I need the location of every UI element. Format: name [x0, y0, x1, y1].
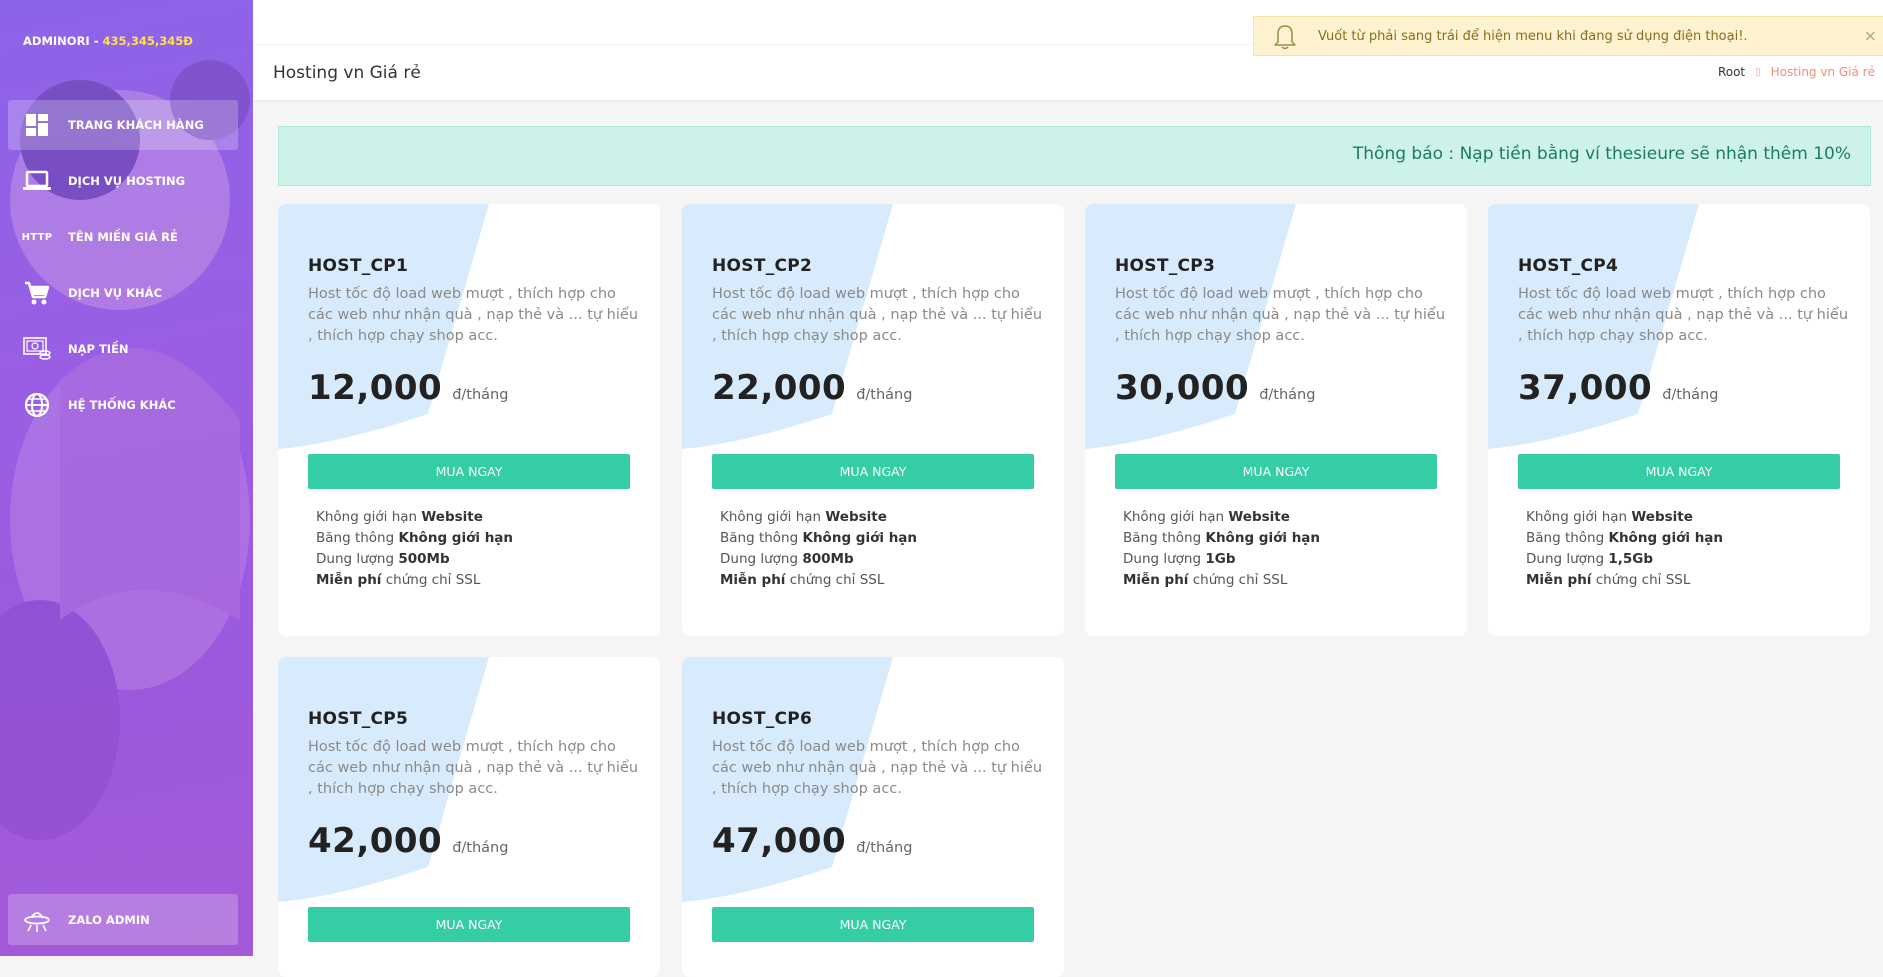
feature-storage: Dung lượng 800Mb: [720, 551, 854, 567]
feature-bandwidth: Băng thông Không giới hạn: [316, 530, 514, 546]
money-icon: [23, 335, 51, 363]
price-value: 47,000: [712, 821, 847, 861]
close-icon[interactable]: ×: [1864, 28, 1877, 44]
plan-card: HOST_CP4 Host tốc độ load web mượt , thíc…: [1488, 204, 1870, 636]
feature-ssl: Miễn phí chứng chỉ SSL: [316, 572, 481, 588]
buy-now-button[interactable]: MUA NGAY: [712, 907, 1034, 942]
plan-price: 12,000 đ/tháng: [308, 368, 508, 408]
sidebar-item-label: HỆ THỐNG KHÁC: [68, 398, 176, 412]
sidebar-item-label: DỊCH VỤ KHÁC: [68, 286, 163, 300]
price-unit: đ/tháng: [856, 840, 913, 856]
plan-price: 30,000 đ/tháng: [1115, 368, 1315, 408]
page-title: Hosting vn Giá rẻ: [273, 63, 421, 83]
feature-storage: Dung lượng 500Mb: [316, 551, 450, 567]
plan-card: HOST_CP1 Host tốc độ load web mượt , thíc…: [278, 204, 660, 636]
sidebar-item-label: TRANG KHÁCH HÀNG: [68, 118, 204, 132]
price-value: 12,000: [308, 368, 443, 408]
plan-name: HOST_CP6: [712, 709, 813, 729]
plan-name: HOST_CP2: [712, 256, 813, 276]
price-unit: đ/tháng: [1662, 387, 1719, 403]
sidebar-item-trang-khach-hang[interactable]: TRANG KHÁCH HÀNG: [8, 100, 238, 150]
feature-bandwidth: Băng thông Không giới hạn: [1526, 530, 1724, 546]
price-value: 37,000: [1518, 368, 1653, 408]
notice-text: Thông báo : Nạp tiền bằng ví thesieure s…: [1352, 144, 1851, 164]
price-unit: đ/tháng: [1259, 387, 1316, 403]
ufo-icon: [23, 906, 51, 934]
plan-description: Host tốc độ load web mượt , thích hợp ch…: [308, 286, 639, 344]
feature-website: Không giới hạn Website: [1123, 509, 1290, 525]
sidebar-item-label: DỊCH VỤ HOSTING: [68, 174, 186, 188]
globe-icon: [23, 391, 51, 419]
sidebar-item-dich-vu-khac[interactable]: DỊCH VỤ KHÁC: [8, 268, 238, 318]
buy-now-button[interactable]: MUA NGAY: [308, 907, 630, 942]
plan-price: 22,000 đ/tháng: [712, 368, 912, 408]
notice-banner: Thông báo : Nạp tiền bằng ví thesieure s…: [278, 126, 1871, 186]
price-value: 22,000: [712, 368, 847, 408]
plan-price: 37,000 đ/tháng: [1518, 368, 1718, 408]
plan-features: Không giới hạn Website Băng thông Không …: [720, 507, 917, 591]
plan-name: HOST_CP3: [1115, 256, 1216, 276]
plan-card: HOST_CP5 Host tốc độ load web mượt , thíc…: [278, 657, 660, 977]
plan-name: HOST_CP1: [308, 256, 409, 276]
cart-icon: [23, 279, 51, 307]
plan-description: Host tốc độ load web mượt , thích hợp ch…: [712, 286, 1043, 344]
plan-description: Host tốc độ load web mượt , thích hợp ch…: [308, 739, 639, 797]
plan-card: HOST_CP6 Host tốc độ load web mượt , thíc…: [682, 657, 1064, 977]
plan-description: Host tốc độ load web mượt , thích hợp ch…: [1518, 286, 1849, 344]
laptop-icon: [23, 167, 51, 195]
feature-bandwidth: Băng thông Không giới hạn: [1123, 530, 1321, 546]
feature-storage: Dung lượng 1,5Gb: [1526, 551, 1654, 567]
plan-name: HOST_CP5: [308, 709, 409, 729]
plan-card: HOST_CP3 Host tốc độ load web mượt , thíc…: [1085, 204, 1467, 636]
http-icon: HTTP: [21, 231, 53, 243]
buy-now-button[interactable]: MUA NGAY: [712, 454, 1034, 489]
plan-features: Không giới hạn Website Băng thông Không …: [1526, 507, 1723, 591]
buy-now-button[interactable]: MUA NGAY: [1518, 454, 1840, 489]
sidebar-item-label: NẠP TIỀN: [68, 342, 129, 356]
sidebar-item-he-thong-khac[interactable]: HỆ THỐNG KHÁC: [8, 380, 238, 430]
sidebar: ADMINORI - 435,345,345Đ TRANG KHÁCH HÀNG…: [0, 0, 253, 956]
sidebar-item-nap-tien[interactable]: NẠP TIỀN: [8, 324, 238, 374]
toast-message: Vuốt từ phải sang trái để hiện menu khi …: [1318, 28, 1748, 44]
price-unit: đ/tháng: [856, 387, 913, 403]
plan-description: Host tốc độ load web mượt , thích hợp ch…: [712, 739, 1043, 797]
feature-ssl: Miễn phí chứng chỉ SSL: [1123, 572, 1288, 588]
feature-website: Không giới hạn Website: [316, 509, 483, 525]
plan-card: HOST_CP2 Host tốc độ load web mượt , thíc…: [682, 204, 1064, 636]
plan-features: Không giới hạn Website Băng thông Không …: [316, 507, 513, 591]
sidebar-menu: TRANG KHÁCH HÀNG DỊCH VỤ HOSTING HTTP TÊ…: [8, 100, 238, 436]
feature-ssl: Miễn phí chứng chỉ SSL: [1526, 572, 1691, 588]
user-info: ADMINORI - 435,345,345Đ: [23, 34, 193, 48]
breadcrumb-root[interactable]: Root: [1718, 65, 1745, 79]
feature-storage: Dung lượng 1Gb: [1123, 551, 1236, 567]
buy-now-button[interactable]: MUA NGAY: [1115, 454, 1437, 489]
breadcrumb-current: Hosting vn Giá rẻ: [1770, 65, 1875, 79]
buy-now-button[interactable]: MUA NGAY: [308, 454, 630, 489]
balance: 435,345,345Đ: [102, 34, 193, 48]
zalo-admin-label: ZALO ADMIN: [68, 912, 150, 927]
feature-ssl: Miễn phí chứng chỉ SSL: [720, 572, 885, 588]
mobile-hint-toast: Vuốt từ phải sang trái để hiện menu khi …: [1253, 16, 1883, 56]
price-unit: đ/tháng: [452, 387, 509, 403]
dashboard-icon: [23, 111, 51, 139]
username: ADMINORI -: [23, 34, 103, 48]
plan-features: Không giới hạn Website Băng thông Không …: [1123, 507, 1320, 591]
bell-icon: [1274, 25, 1296, 50]
plan-description: Host tốc độ load web mượt , thích hợp ch…: [1115, 286, 1446, 344]
price-value: 30,000: [1115, 368, 1250, 408]
plan-price: 42,000 đ/tháng: [308, 821, 508, 861]
sidebar-item-dich-vu-hosting[interactable]: DỊCH VỤ HOSTING: [8, 156, 238, 206]
price-unit: đ/tháng: [452, 840, 509, 856]
sidebar-item-ten-mien-gia-re[interactable]: HTTP TÊN MIỀN GIÁ RẺ: [8, 212, 238, 262]
feature-website: Không giới hạn Website: [720, 509, 887, 525]
breadcrumb: Root ▯ Hosting vn Giá rẻ: [1718, 65, 1875, 79]
plan-name: HOST_CP4: [1518, 256, 1619, 276]
breadcrumb-separator-icon: ▯: [1755, 66, 1761, 78]
sidebar-item-label: TÊN MIỀN GIÁ RẺ: [68, 230, 178, 244]
feature-bandwidth: Băng thông Không giới hạn: [720, 530, 918, 546]
price-value: 42,000: [308, 821, 443, 861]
plan-price: 47,000 đ/tháng: [712, 821, 912, 861]
zalo-admin-button[interactable]: ZALO ADMIN: [8, 894, 238, 945]
feature-website: Không giới hạn Website: [1526, 509, 1693, 525]
